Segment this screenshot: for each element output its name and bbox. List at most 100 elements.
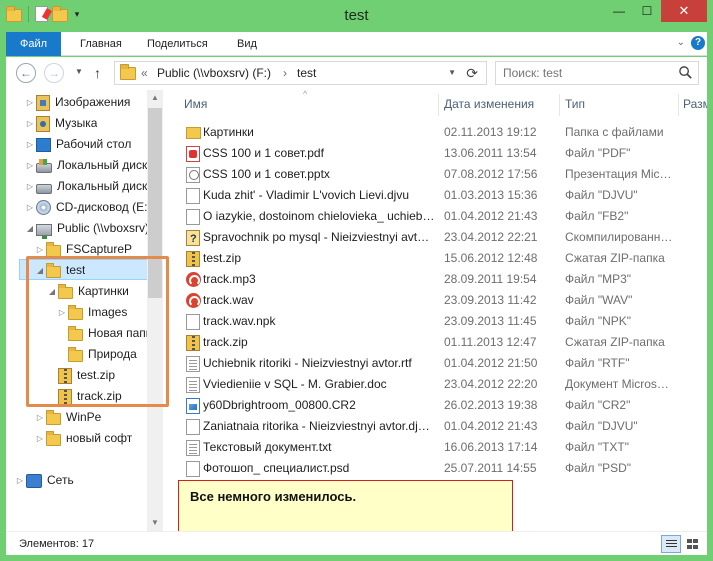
file-row[interactable]: track.zip 01.11.2013 12:47 Сжатая ZIP-папк… bbox=[168, 332, 707, 353]
address-overflow[interactable]: « bbox=[141, 66, 148, 80]
file-date: 25.07.2011 14:55 bbox=[444, 461, 537, 475]
file-date: 23.04.2012 22:20 bbox=[444, 377, 538, 391]
explorer-window: ▾ test — ☐ ✕ Файл Главная Поделиться Вид… bbox=[0, 0, 713, 561]
tree-item-pictures[interactable]: ▷ Изображения bbox=[24, 92, 130, 113]
help-button[interactable]: ? bbox=[691, 36, 705, 50]
file-row[interactable]: track.wav 23.09.2013 11:42 Файл "WAV" bbox=[168, 290, 707, 311]
tree-item-new-soft[interactable]: ▷ новый софт bbox=[34, 428, 132, 449]
file-row[interactable]: Картинки 02.11.2013 19:12 Папка с файлами bbox=[168, 122, 707, 143]
expand-arrow-icon[interactable]: ▷ bbox=[24, 155, 36, 176]
tree-item-desktop[interactable]: ▷ Рабочий стол bbox=[24, 134, 131, 155]
chevron-down-icon[interactable]: ▼ bbox=[75, 67, 83, 76]
scroll-up-icon[interactable]: ▲ bbox=[147, 90, 163, 106]
refresh-icon[interactable]: ⟳ bbox=[466, 65, 478, 82]
expand-arrow-icon[interactable]: ▷ bbox=[24, 197, 36, 218]
search-box[interactable] bbox=[495, 61, 699, 85]
expand-arrow-icon[interactable]: ▷ bbox=[24, 113, 36, 134]
desktop-icon bbox=[36, 138, 51, 152]
annotation-callout: Все немного изменилось. bbox=[178, 480, 513, 535]
tab-file[interactable]: Файл bbox=[6, 32, 61, 56]
tree-item-music[interactable]: ▷ Музыка bbox=[24, 113, 97, 134]
search-icon[interactable] bbox=[678, 65, 693, 80]
column-divider[interactable] bbox=[438, 94, 439, 116]
column-header-type[interactable]: Тип bbox=[565, 90, 585, 118]
tab-view[interactable]: Вид bbox=[225, 32, 269, 56]
file-name: Uchiebnik ritoriki - Nieizviestnyi avtor… bbox=[203, 356, 412, 370]
tree-item-local-disk-d[interactable]: ▷ Локальный диск bbox=[24, 176, 147, 197]
chevron-down-icon[interactable]: ⌄ bbox=[677, 37, 685, 48]
column-header-date[interactable]: Дата изменения bbox=[444, 90, 534, 118]
file-date: 07.08.2012 17:56 bbox=[444, 167, 538, 181]
minimize-button[interactable]: — bbox=[605, 0, 633, 22]
expand-arrow-icon[interactable]: ▷ bbox=[24, 92, 36, 113]
chevron-down-icon[interactable]: ▼ bbox=[448, 68, 456, 77]
column-header-name[interactable]: Имя bbox=[184, 90, 207, 118]
tree-item-local-disk-c[interactable]: ▷ Локальный диск bbox=[24, 155, 147, 176]
collapse-arrow-icon[interactable]: ◢ bbox=[24, 218, 36, 239]
file-row[interactable]: Kuda zhit' - Vladimir L'vovich Lievi.djv… bbox=[168, 185, 707, 206]
expand-arrow-icon[interactable]: ▷ bbox=[24, 134, 36, 155]
highlight-annotation-box bbox=[26, 256, 169, 407]
file-date: 26.02.2013 19:38 bbox=[444, 398, 538, 412]
breadcrumb-test[interactable]: test bbox=[297, 66, 316, 80]
tree-item-label: Изображения bbox=[55, 95, 131, 109]
file-row[interactable]: Zaniatnaia ritorika - Nieizviestnyi avto… bbox=[168, 416, 707, 437]
file-row[interactable]: test.zip 15.06.2012 12:48 Сжатая ZIP-папка bbox=[168, 248, 707, 269]
file-type: Документ Micros… bbox=[565, 377, 669, 391]
file-row[interactable]: Uchiebnik ritoriki - Nieizviestnyi avtor… bbox=[168, 353, 707, 374]
file-row[interactable]: O iazykie, dostoinom chielovieka_ uchieb… bbox=[168, 206, 707, 227]
file-row[interactable]: Фотошоп_ специалист.psd 25.07.2011 14:55 Ф… bbox=[168, 458, 707, 479]
local-disk-icon bbox=[36, 158, 52, 173]
document-icon bbox=[186, 419, 200, 435]
expand-arrow-icon[interactable]: ▷ bbox=[14, 470, 26, 491]
ribbon-tabs: Файл Главная Поделиться Вид ⌄ ? bbox=[6, 32, 707, 56]
folder-icon bbox=[186, 127, 201, 139]
tree-item-label: Рабочий стол bbox=[56, 137, 132, 151]
tree-item-winpe[interactable]: ▷ WinPe bbox=[34, 407, 101, 428]
file-name: Текстовый документ.txt bbox=[203, 440, 332, 454]
file-row[interactable]: CSS 100 и 1 совет.pptx 07.08.2012 17:56 Пр… bbox=[168, 164, 707, 185]
file-row[interactable]: Текстовый документ.txt 16.06.2013 17:14 Фа… bbox=[168, 437, 707, 458]
expand-arrow-icon[interactable]: ▷ bbox=[34, 428, 46, 449]
file-type: Файл "DJVU" bbox=[565, 419, 638, 433]
chm-help-icon bbox=[186, 229, 200, 250]
address-bar[interactable]: « Public (\\vboxsrv) (F:) › test ▼ ⟳ bbox=[114, 61, 487, 85]
file-date: 01.11.2013 12:47 bbox=[444, 335, 537, 349]
up-button[interactable]: ↑ bbox=[94, 65, 101, 81]
scroll-down-icon[interactable]: ▼ bbox=[147, 515, 163, 531]
large-icons-view-button[interactable] bbox=[683, 535, 703, 553]
file-row[interactable]: Vviedieniie v SQL - M. Grabier.doc 23.04.… bbox=[168, 374, 707, 395]
file-list[interactable]: Имя ^ Дата изменения Тип Разм Картинки 02… bbox=[168, 90, 707, 531]
forward-button[interactable]: → bbox=[44, 63, 64, 83]
file-row[interactable]: track.mp3 28.09.2011 19:54 Файл "MP3" bbox=[168, 269, 707, 290]
column-divider[interactable] bbox=[559, 94, 560, 116]
document-icon bbox=[186, 314, 200, 330]
tab-share[interactable]: Поделиться bbox=[135, 32, 220, 56]
expand-arrow-icon[interactable]: ▷ bbox=[24, 176, 36, 197]
file-date: 16.06.2013 17:14 bbox=[444, 440, 538, 454]
file-date: 23.09.2013 11:42 bbox=[444, 293, 537, 307]
details-view-button[interactable] bbox=[661, 535, 681, 553]
document-icon bbox=[186, 188, 200, 204]
file-type: Сжатая ZIP-папка bbox=[565, 251, 665, 265]
column-header-size[interactable]: Разм bbox=[683, 90, 707, 118]
file-row[interactable]: track.wav.npk 23.09.2013 11:45 Файл "NPK" bbox=[168, 311, 707, 332]
tree-item-network[interactable]: ▷ Сеть bbox=[14, 470, 74, 491]
tab-home[interactable]: Главная bbox=[68, 32, 134, 56]
file-name: Vviedieniie v SQL - M. Grabier.doc bbox=[203, 377, 387, 391]
tree-item-public-share[interactable]: ◢ Public (\\vboxsrv) bbox=[24, 218, 149, 239]
network-icon bbox=[26, 474, 42, 488]
column-divider[interactable] bbox=[678, 94, 679, 116]
file-row[interactable]: Spravochnik po mysql - Nieizviestnyi avt… bbox=[168, 227, 707, 250]
breadcrumb-separator[interactable]: › bbox=[283, 66, 287, 80]
close-button[interactable]: ✕ bbox=[661, 0, 707, 22]
file-row[interactable]: CSS 100 и 1 совет.pdf 13.06.2011 13:54 Фай… bbox=[168, 143, 707, 164]
search-input[interactable] bbox=[503, 63, 673, 83]
sort-ascending-icon: ^ bbox=[303, 90, 308, 99]
tree-item-cd-drive[interactable]: ▷ CD-дисковод (E:) bbox=[24, 197, 151, 218]
file-row[interactable]: y60Dbrightroom_00800.CR2 26.02.2013 19:38… bbox=[168, 395, 707, 416]
expand-arrow-icon[interactable]: ▷ bbox=[34, 407, 46, 428]
maximize-button[interactable]: ☐ bbox=[633, 0, 661, 22]
back-button[interactable]: ← bbox=[16, 63, 36, 83]
breadcrumb-public[interactable]: Public (\\vboxsrv) (F:) bbox=[157, 66, 271, 80]
